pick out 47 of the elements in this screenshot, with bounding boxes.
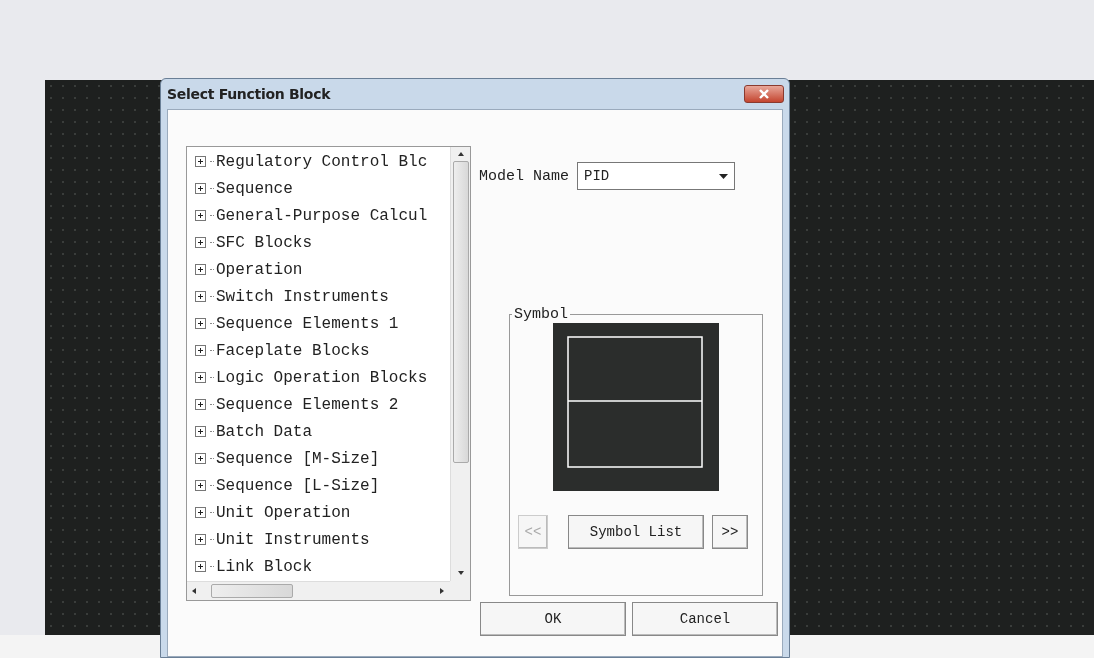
horizontal-scrollbar[interactable] xyxy=(187,581,450,600)
tree-item[interactable]: Faceplate Blocks xyxy=(216,341,370,360)
dialog-title: Select Function Block xyxy=(167,86,331,102)
next-button[interactable]: >> xyxy=(712,515,748,549)
vertical-scrollbar[interactable] xyxy=(450,147,470,581)
close-icon xyxy=(759,89,769,99)
tree-item[interactable]: Sequence Elements 1 xyxy=(216,314,399,333)
expand-icon[interactable] xyxy=(195,345,206,356)
expand-icon[interactable] xyxy=(195,291,206,302)
tree-item[interactable]: Unit Operation xyxy=(216,503,351,522)
tree-item[interactable]: Logic Operation Blocks xyxy=(216,368,428,387)
expand-icon[interactable] xyxy=(195,426,206,437)
expand-icon[interactable] xyxy=(195,399,206,410)
ok-button[interactable]: OK xyxy=(480,602,626,636)
expand-icon[interactable] xyxy=(195,318,206,329)
scroll-thumb[interactable] xyxy=(211,584,293,598)
tree-item[interactable]: Operation xyxy=(216,260,303,279)
model-name-label: Model Name xyxy=(479,167,569,185)
symbol-label: Symbol xyxy=(513,306,569,323)
tree-item[interactable]: Sequence [L-Size] xyxy=(216,476,380,495)
tree-item[interactable]: Unit Instruments xyxy=(216,530,370,549)
close-button[interactable] xyxy=(744,85,784,103)
tree-item[interactable]: Sequence Elements 2 xyxy=(216,395,399,414)
expand-icon[interactable] xyxy=(195,372,206,383)
tree-item[interactable]: Switch Instruments xyxy=(216,287,389,306)
expand-icon[interactable] xyxy=(195,183,206,194)
expand-icon[interactable] xyxy=(195,237,206,248)
tree-item[interactable]: Regulatory Control Blc xyxy=(216,152,428,171)
tree-item[interactable]: Batch Data xyxy=(216,422,312,441)
scroll-thumb[interactable] xyxy=(452,161,469,463)
dropdown-arrow-icon xyxy=(719,173,728,179)
expand-icon[interactable] xyxy=(195,264,206,275)
tree-item[interactable]: General-Purpose Calcul xyxy=(216,206,428,225)
cancel-button[interactable]: Cancel xyxy=(632,602,778,636)
expand-icon[interactable] xyxy=(195,210,206,221)
tree-item[interactable]: Sequence [M-Size] xyxy=(216,449,380,468)
model-name-dropdown[interactable]: PID xyxy=(577,162,735,190)
tree-item[interactable]: Link Block xyxy=(216,557,312,576)
expand-icon[interactable] xyxy=(195,534,206,545)
expand-icon[interactable] xyxy=(195,453,206,464)
symbol-list-button[interactable]: Symbol List xyxy=(568,515,704,549)
expand-icon[interactable] xyxy=(195,480,206,491)
expand-icon[interactable] xyxy=(195,156,206,167)
tree-item[interactable]: SFC Blocks xyxy=(216,233,312,252)
expand-icon[interactable] xyxy=(195,507,206,518)
tree-item[interactable]: Sequence xyxy=(216,179,293,198)
expand-icon[interactable] xyxy=(195,561,206,572)
